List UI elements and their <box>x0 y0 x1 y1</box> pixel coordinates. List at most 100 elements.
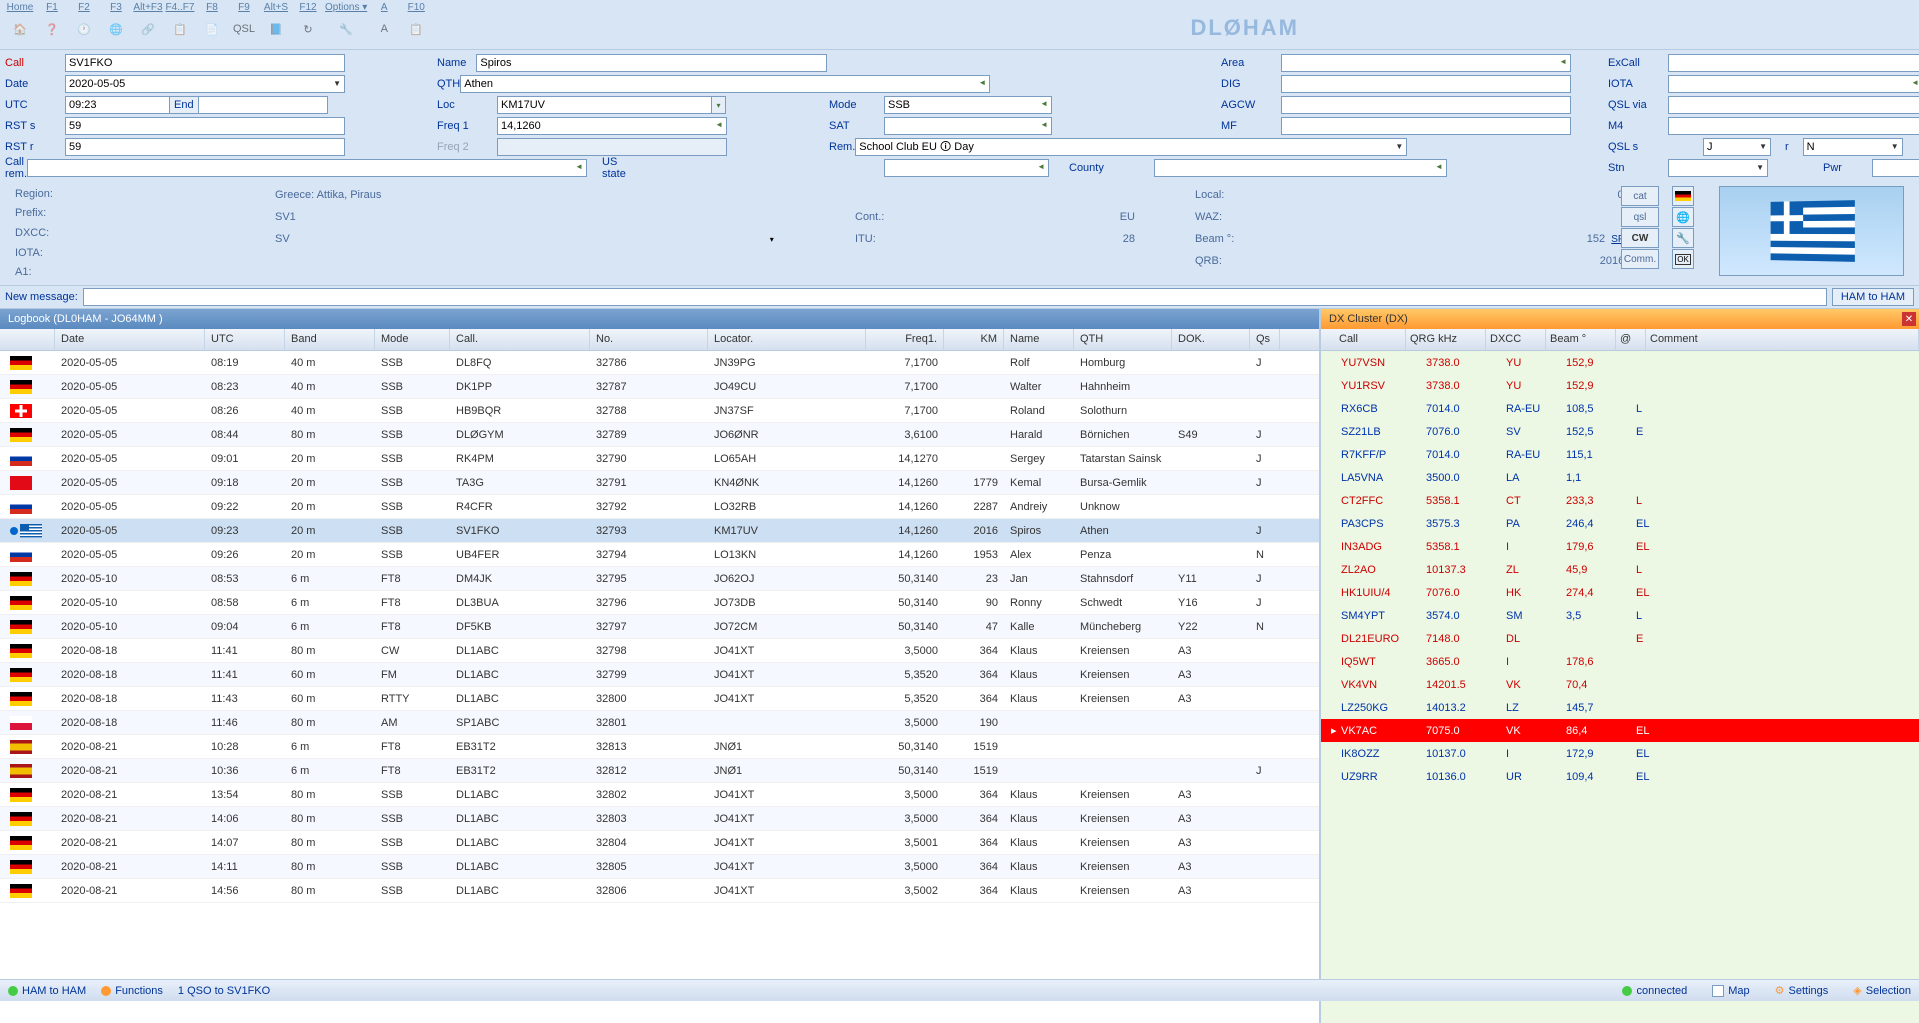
close-icon[interactable]: ✕ <box>1902 312 1916 326</box>
dx-column-header[interactable]: Beam ° <box>1546 329 1616 350</box>
end-button[interactable]: End <box>169 96 199 114</box>
message-input[interactable] <box>83 288 1827 306</box>
logbook-row[interactable]: 2020-05-0509:2320 mSSBSV1FKO32793KM17UV1… <box>0 519 1319 543</box>
dx-column-header[interactable]: DXCC <box>1486 329 1546 350</box>
dx-row[interactable]: PA3CPS3575.3PA246,4EL <box>1321 512 1919 535</box>
toolbar-label[interactable]: Home <box>7 2 34 13</box>
toolbar-icon[interactable]: 📋 <box>165 15 195 43</box>
logbook-row[interactable]: 2020-05-0509:2220 mSSBR4CFR32792LO32RB14… <box>0 495 1319 519</box>
globe-icon[interactable]: 🌐 <box>1672 207 1694 227</box>
dx-row[interactable]: IK8OZZ10137.0I172,9EL <box>1321 742 1919 765</box>
usstate-input[interactable] <box>884 159 1049 177</box>
logbook-row[interactable]: 2020-05-0509:1820 mSSBTA3G32791KN4ØNK14,… <box>0 471 1319 495</box>
excall-input[interactable] <box>1668 54 1919 72</box>
column-header[interactable]: UTC <box>205 329 285 350</box>
dx-column-header[interactable]: Comment <box>1646 329 1919 350</box>
toolbar-home[interactable]: Home 🏠 <box>5 2 35 43</box>
status-ham[interactable]: HAM to HAM <box>8 985 86 997</box>
m4-input[interactable] <box>1668 117 1919 135</box>
logbook-row[interactable]: 2020-08-2113:5480 mSSBDL1ABC32802JO41XT3… <box>0 783 1319 807</box>
toolbar-f9[interactable]: F9QSL <box>229 2 259 43</box>
map-checkbox[interactable] <box>1712 985 1724 997</box>
toolbar-label[interactable]: F10 <box>408 2 425 13</box>
column-header[interactable]: Name <box>1004 329 1074 350</box>
iota-input[interactable] <box>1668 75 1919 93</box>
logbook-body[interactable]: 2020-05-0508:1940 mSSBDL8FQ32786JN39PG7,… <box>0 351 1319 1023</box>
dx-row[interactable]: UZ9RR10136.0UR109,4EL <box>1321 765 1919 788</box>
qth-input[interactable] <box>460 75 990 93</box>
toolbar-f10[interactable]: F10 📋 <box>401 2 431 43</box>
toolbar-f3[interactable]: F3🌐 <box>101 2 131 43</box>
comm-button[interactable]: Comm. <box>1621 249 1659 269</box>
sat-input[interactable] <box>884 117 1052 135</box>
dx-column-header[interactable]: Call <box>1321 329 1406 350</box>
dx-row[interactable]: DL21EURO7148.0DLE <box>1321 627 1919 650</box>
logbook-row[interactable]: 2020-05-0509:2620 mSSBUB4FER32794LO13KN1… <box>0 543 1319 567</box>
toolbar-f2[interactable]: F2🕐 <box>69 2 99 43</box>
mf-input[interactable] <box>1281 117 1571 135</box>
logbook-row[interactable]: 2020-08-2114:0780 mSSBDL1ABC32804JO41XT3… <box>0 831 1319 855</box>
toolbar-label[interactable]: Alt+F3 <box>133 2 162 13</box>
ham-to-ham-button[interactable]: HAM to HAM <box>1832 288 1914 306</box>
date-input[interactable] <box>65 75 345 93</box>
toolbar-label[interactable]: A <box>381 2 388 13</box>
toolbar-options[interactable]: Options ▾🔧 <box>325 2 367 43</box>
column-header[interactable]: Date <box>55 329 205 350</box>
logbook-row[interactable]: 2020-08-1811:4160 mFMDL1ABC32799JO41XT5,… <box>0 663 1319 687</box>
dx-row[interactable]: YU7VSN3738.0YU152,9 <box>1321 351 1919 374</box>
agcw-input[interactable] <box>1281 96 1571 114</box>
dx-row[interactable]: VK4VN14201.5VK70,4 <box>1321 673 1919 696</box>
dx-row[interactable]: LZ250KG14013.2LZ145,7 <box>1321 696 1919 719</box>
name-input[interactable] <box>476 54 827 72</box>
dx-row[interactable]: LA5VNA3500.0LA1,1 <box>1321 466 1919 489</box>
flag-de-icon[interactable] <box>1672 186 1694 206</box>
pwr-input[interactable] <box>1872 159 1919 177</box>
rem-input[interactable] <box>855 138 1407 156</box>
status-functions[interactable]: Functions <box>101 985 163 997</box>
dx-column-header[interactable]: QRG kHz <box>1406 329 1486 350</box>
dx-row[interactable]: R7KFF/P7014.0RA-EU115,1 <box>1321 443 1919 466</box>
column-header[interactable]: Locator. <box>708 329 866 350</box>
logbook-row[interactable]: 2020-08-2114:0680 mSSBDL1ABC32803JO41XT3… <box>0 807 1319 831</box>
column-header[interactable] <box>0 329 55 350</box>
toolbar-f1[interactable]: F1❓ <box>37 2 67 43</box>
logbook-row[interactable]: 2020-08-2110:366 mFT8EB31T232812JNØ150,3… <box>0 759 1319 783</box>
logbook-row[interactable]: 2020-08-1811:4180 mCWDL1ABC32798JO41XT3,… <box>0 639 1319 663</box>
toolbar-label[interactable]: Alt+S <box>264 2 288 13</box>
loc-input[interactable] <box>497 96 712 114</box>
logbook-row[interactable]: 2020-08-1811:4360 mRTTYDL1ABC32800JO41XT… <box>0 687 1319 711</box>
dx-row[interactable]: IQ5WT3665.0I178,6 <box>1321 650 1919 673</box>
toolbar-label[interactable]: F2 <box>78 2 90 13</box>
cat-button[interactable]: cat <box>1621 186 1659 206</box>
call-input[interactable] <box>65 54 345 72</box>
toolbar-icon[interactable]: ↻ <box>293 15 323 43</box>
toolbar-label[interactable]: F4..F7 <box>166 2 195 13</box>
toolbar-f12[interactable]: F12↻ <box>293 2 323 43</box>
status-settings[interactable]: ⚙Settings <box>1775 984 1829 997</box>
rstr-input[interactable] <box>65 138 345 156</box>
dx-row[interactable]: HK1UIU/47076.0HK274,4EL <box>1321 581 1919 604</box>
column-header[interactable]: Band <box>285 329 375 350</box>
dx-row[interactable]: SM4YPT3574.0SM3,5L <box>1321 604 1919 627</box>
toolbar-label[interactable]: F9 <box>238 2 250 13</box>
utc-input[interactable] <box>65 96 170 114</box>
dx-row[interactable]: ZL2AO10137.3ZL45,9L <box>1321 558 1919 581</box>
logbook-row[interactable]: 2020-05-1008:536 mFT8DM4JK32795JO62OJ50,… <box>0 567 1319 591</box>
toolbar-label[interactable]: Options ▾ <box>325 2 367 13</box>
ok-icon[interactable]: OK <box>1672 249 1694 269</box>
stn-input[interactable] <box>1668 159 1768 177</box>
toolbar-f8[interactable]: F8📄 <box>197 2 227 43</box>
column-header[interactable]: Mode <box>375 329 450 350</box>
toolbar-icon[interactable]: 🌐 <box>101 15 131 43</box>
toolbar-icon[interactable]: 🏠 <box>5 15 35 43</box>
logbook-row[interactable]: 2020-05-0509:0120 mSSBRK4PM32790LO65AH14… <box>0 447 1319 471</box>
toolbar-icon[interactable]: 📋 <box>401 15 431 43</box>
logbook-row[interactable]: 2020-08-2110:286 mFT8EB31T232813JNØ150,3… <box>0 735 1319 759</box>
column-header[interactable]: QTH <box>1074 329 1172 350</box>
county-input[interactable] <box>1154 159 1447 177</box>
end-input[interactable] <box>198 96 328 114</box>
logbook-row[interactable]: 2020-05-1008:586 mFT8DL3BUA32796JO73DB50… <box>0 591 1319 615</box>
logbook-row[interactable]: 2020-05-0508:2340 mSSBDK1PP32787JO49CU7,… <box>0 375 1319 399</box>
dx-row[interactable]: SZ21LB7076.0SV152,5E <box>1321 420 1919 443</box>
logbook-row[interactable]: 2020-05-1009:046 mFT8DF5KB32797JO72CM50,… <box>0 615 1319 639</box>
